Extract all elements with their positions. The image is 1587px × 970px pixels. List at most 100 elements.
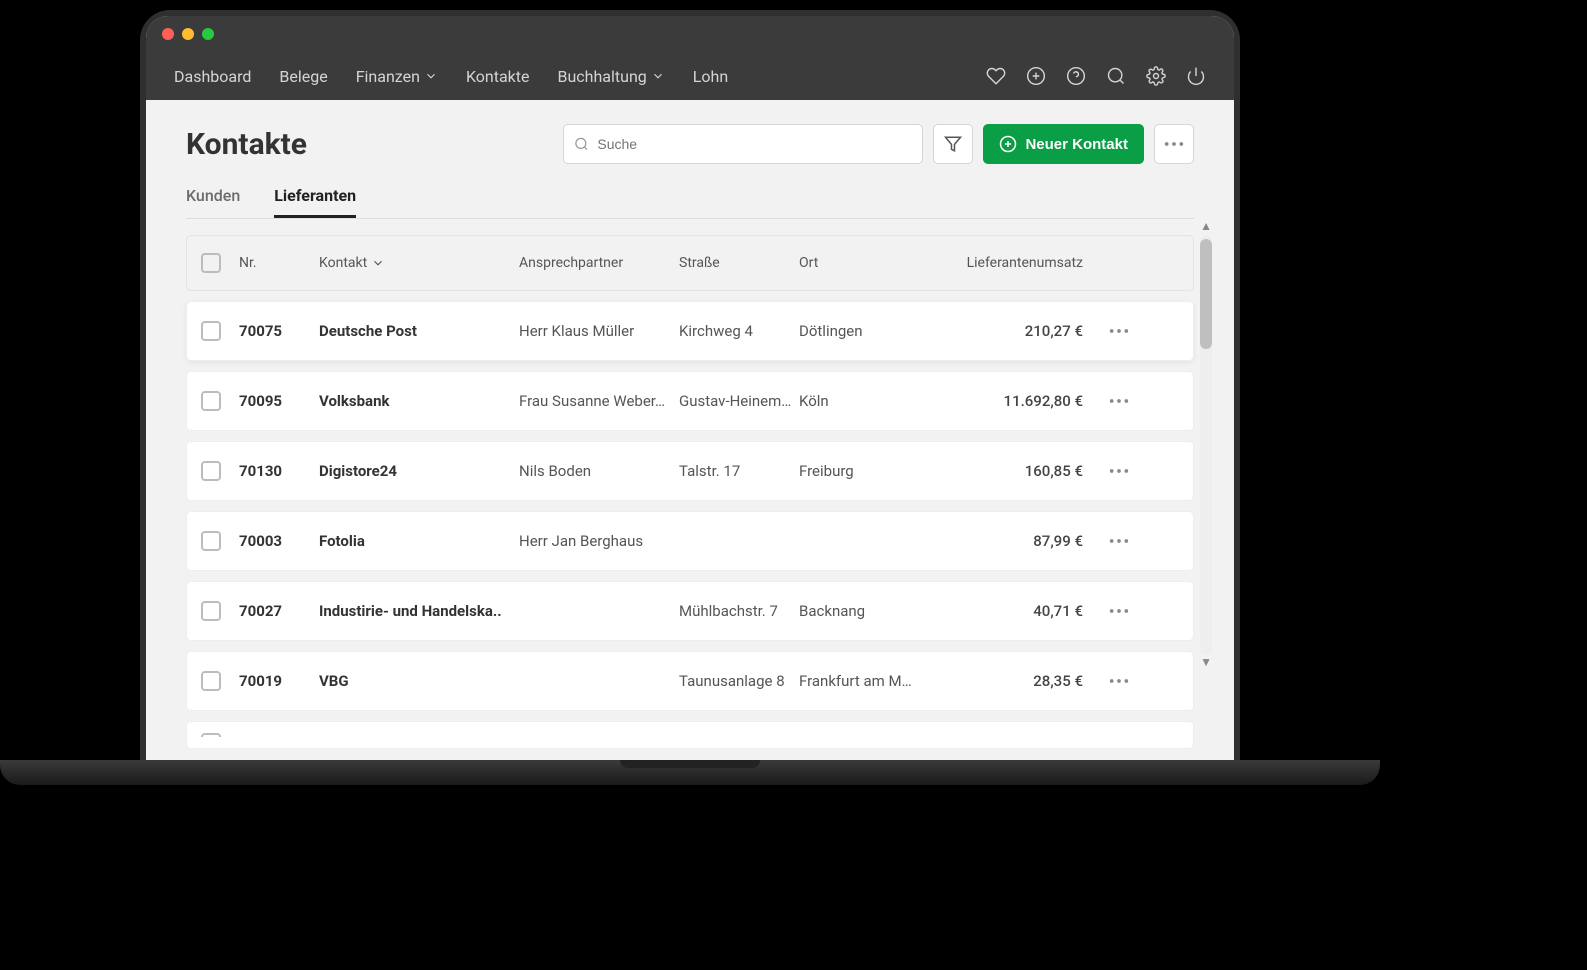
help-icon[interactable] xyxy=(1066,66,1086,86)
nav-dashboard-label: Dashboard xyxy=(174,67,251,86)
row-nr: 70075 xyxy=(239,322,319,340)
table-row[interactable]: 70075 Deutsche Post Herr Klaus Müller Ki… xyxy=(186,301,1194,361)
row-nr: 70027 xyxy=(239,602,319,620)
column-strasse[interactable]: Straße xyxy=(679,255,799,271)
row-city: Frankfurt am M… xyxy=(799,672,959,690)
row-partner: Nils Boden xyxy=(519,462,679,480)
search-icon[interactable] xyxy=(1106,66,1126,86)
row-amount: 40,71 € xyxy=(959,602,1099,620)
chevron-down-icon xyxy=(371,256,385,270)
page-header: Kontakte Neuer Kontakt xyxy=(186,124,1194,164)
window-minimize-button[interactable] xyxy=(182,28,194,40)
scrollbar-thumb[interactable] xyxy=(1200,239,1212,349)
ellipsis-icon xyxy=(1108,608,1130,614)
ellipsis-icon xyxy=(1108,678,1130,684)
column-ansprechpartner[interactable]: Ansprechpartner xyxy=(519,255,679,271)
row-name: VBG xyxy=(319,672,519,690)
tab-kunden[interactable]: Kunden xyxy=(186,186,240,218)
window-title-bar xyxy=(146,16,1234,52)
row-amount: 160,85 € xyxy=(959,462,1099,480)
filter-button[interactable] xyxy=(933,124,973,164)
content-area: Kontakte Neuer Kontakt Kunden Li xyxy=(146,100,1234,760)
ellipsis-icon xyxy=(1108,468,1130,474)
plus-circle-icon[interactable] xyxy=(1026,66,1046,86)
window-maximize-button[interactable] xyxy=(202,28,214,40)
row-menu-button[interactable] xyxy=(1099,678,1139,684)
select-all-checkbox[interactable] xyxy=(201,253,221,273)
new-contact-label: Neuer Kontakt xyxy=(1025,136,1128,153)
table-row[interactable]: 70003 Fotolia Herr Jan Berghaus 87,99 € xyxy=(186,511,1194,571)
row-amount: 87,99 € xyxy=(959,532,1099,550)
search-input[interactable] xyxy=(597,136,912,152)
nav-finanzen[interactable]: Finanzen xyxy=(356,67,438,86)
row-checkbox[interactable] xyxy=(201,391,221,411)
row-checkbox[interactable] xyxy=(201,461,221,481)
nav-buchhaltung[interactable]: Buchhaltung xyxy=(558,67,665,86)
table: Nr. Kontakt Ansprechpartner Straße Ort L… xyxy=(186,235,1194,749)
table-row[interactable]: 70019 VBG Taunusanlage 8 Frankfurt am M…… xyxy=(186,651,1194,711)
nav-buchhaltung-label: Buchhaltung xyxy=(558,67,647,86)
row-checkbox[interactable] xyxy=(201,733,221,737)
ellipsis-icon xyxy=(1108,328,1130,334)
more-options-button[interactable] xyxy=(1154,124,1194,164)
row-name: Deutsche Post xyxy=(319,322,519,340)
row-street: Talstr. 17 xyxy=(679,462,799,480)
row-checkbox[interactable] xyxy=(201,601,221,621)
row-city: Dötlingen xyxy=(799,322,959,340)
power-icon[interactable] xyxy=(1186,66,1206,86)
search-box[interactable] xyxy=(563,124,923,164)
top-nav: Dashboard Belege Finanzen Kontakte Buchh… xyxy=(146,52,1234,100)
nav-lohn[interactable]: Lohn xyxy=(693,67,728,86)
laptop-frame: Dashboard Belege Finanzen Kontakte Buchh… xyxy=(140,10,1240,760)
row-city: Köln xyxy=(799,392,959,410)
table-row[interactable]: 70130 Digistore24 Nils Boden Talstr. 17 … xyxy=(186,441,1194,501)
row-partner: Herr Klaus Müller xyxy=(519,322,679,340)
column-umsatz[interactable]: Lieferantenumsatz xyxy=(959,255,1099,271)
new-contact-button[interactable]: Neuer Kontakt xyxy=(983,124,1144,164)
column-nr[interactable]: Nr. xyxy=(239,255,319,271)
table-row[interactable]: 70027 Industirie- und Handelska.. Mühlba… xyxy=(186,581,1194,641)
nav-left: Dashboard Belege Finanzen Kontakte Buchh… xyxy=(174,67,728,86)
page-title: Kontakte xyxy=(186,127,307,162)
nav-right xyxy=(986,66,1206,86)
nav-kontakte-label: Kontakte xyxy=(466,67,530,86)
nav-lohn-label: Lohn xyxy=(693,67,728,86)
scroll-up-arrow[interactable]: ▲ xyxy=(1200,219,1212,233)
tab-lieferanten[interactable]: Lieferanten xyxy=(274,186,356,218)
column-kontakt[interactable]: Kontakt xyxy=(319,255,519,271)
column-ort[interactable]: Ort xyxy=(799,255,959,271)
row-checkbox[interactable] xyxy=(201,321,221,341)
table-header: Nr. Kontakt Ansprechpartner Straße Ort L… xyxy=(186,235,1194,291)
row-nr: 70130 xyxy=(239,462,319,480)
row-menu-button[interactable] xyxy=(1099,468,1139,474)
gear-icon[interactable] xyxy=(1146,66,1166,86)
nav-kontakte[interactable]: Kontakte xyxy=(466,67,530,86)
search-icon xyxy=(574,136,589,152)
row-amount: 28,35 € xyxy=(959,672,1099,690)
row-menu-button[interactable] xyxy=(1099,398,1139,404)
nav-belege[interactable]: Belege xyxy=(279,67,327,86)
row-name: Fotolia xyxy=(319,532,519,550)
chevron-down-icon xyxy=(424,69,438,83)
row-menu-button[interactable] xyxy=(1099,538,1139,544)
scroll-down-arrow[interactable]: ▼ xyxy=(1200,655,1212,760)
table-row[interactable]: 70095 Volksbank Frau Susanne Weber… Gust… xyxy=(186,371,1194,431)
row-nr: 70019 xyxy=(239,672,319,690)
row-partner: Herr Jan Berghaus xyxy=(519,532,679,550)
scrollbar-track[interactable] xyxy=(1200,235,1212,655)
row-checkbox[interactable] xyxy=(201,671,221,691)
row-menu-button[interactable] xyxy=(1099,328,1139,334)
window-close-button[interactable] xyxy=(162,28,174,40)
row-name: Industirie- und Handelska.. xyxy=(319,602,519,620)
column-kontakt-label: Kontakt xyxy=(319,255,367,271)
heart-icon[interactable] xyxy=(986,66,1006,86)
tabs: Kunden Lieferanten xyxy=(186,186,1194,219)
ellipsis-icon xyxy=(1108,538,1130,544)
nav-dashboard[interactable]: Dashboard xyxy=(174,67,251,86)
laptop-screen: Dashboard Belege Finanzen Kontakte Buchh… xyxy=(146,16,1234,760)
plus-circle-icon xyxy=(999,135,1017,153)
row-checkbox[interactable] xyxy=(201,531,221,551)
row-city: Freiburg xyxy=(799,462,959,480)
row-menu-button[interactable] xyxy=(1099,608,1139,614)
row-name: Volksbank xyxy=(319,392,519,410)
